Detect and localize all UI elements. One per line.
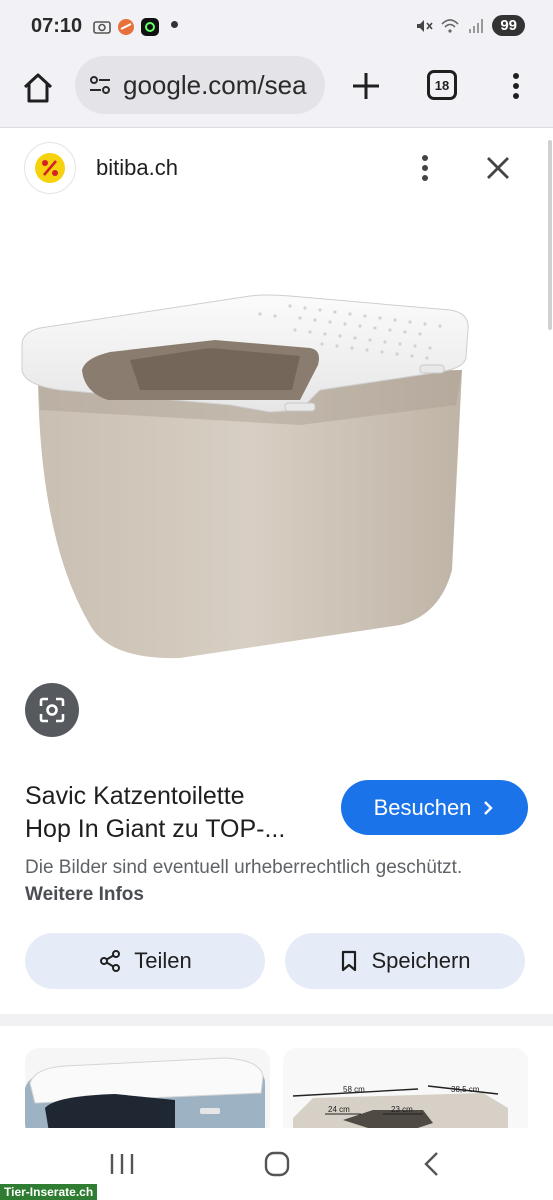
share-button[interactable]: Teilen xyxy=(25,933,265,989)
dimension-label: 23 cm xyxy=(391,1105,413,1114)
product-title[interactable]: Savic Katzentoilette Hop In Giant zu TOP… xyxy=(25,780,325,846)
visit-button[interactable]: Besuchen xyxy=(341,780,528,835)
dimension-label: 24 cm xyxy=(328,1105,350,1114)
product-title-line-2: Hop In Giant zu TOP-... xyxy=(25,815,286,843)
wifi-icon xyxy=(441,18,459,33)
mute-icon xyxy=(417,19,433,32)
bookmark-icon xyxy=(342,950,357,972)
product-title-line-1: Savic Katzentoilette xyxy=(25,782,245,810)
browser-menu-icon[interactable] xyxy=(502,68,530,104)
close-icon[interactable] xyxy=(480,150,516,186)
save-button[interactable]: Speichern xyxy=(285,933,525,989)
share-icon xyxy=(100,950,121,972)
home-icon[interactable] xyxy=(18,68,58,108)
site-settings-icon[interactable] xyxy=(87,72,113,98)
visit-button-label: Besuchen xyxy=(373,794,472,820)
back-icon[interactable] xyxy=(420,1150,444,1178)
home-nav-icon[interactable] xyxy=(263,1150,291,1178)
browser-toolbar: google.com/sea 18 xyxy=(0,56,553,128)
lens-icon xyxy=(39,697,65,723)
site-favicon xyxy=(24,142,76,194)
address-bar[interactable]: google.com/sea xyxy=(75,56,325,114)
system-icons: 99 xyxy=(414,15,525,36)
more-info-link[interactable]: Weitere Infos xyxy=(25,884,144,905)
copyright-notice: Die Bilder sind eventuell urheberrechtli… xyxy=(25,854,525,908)
app-icon xyxy=(118,19,134,35)
save-label: Speichern xyxy=(371,948,471,973)
related-image-2[interactable]: 58 cm 38,5 cm 24 cm 23 cm xyxy=(283,1048,528,1138)
more-notifications-dot xyxy=(171,21,178,28)
product-image[interactable] xyxy=(0,240,553,670)
notification-icons xyxy=(92,17,160,37)
google-lens-button[interactable] xyxy=(25,683,79,737)
status-time: 07:10 xyxy=(31,15,83,37)
share-label: Teilen xyxy=(134,948,192,973)
recent-apps-icon[interactable] xyxy=(108,1152,136,1176)
percent-icon xyxy=(35,153,65,183)
more-options-icon[interactable] xyxy=(412,150,438,186)
section-divider xyxy=(0,1014,553,1026)
dimension-label: 58 cm xyxy=(343,1085,365,1094)
watermark: Tier-Inserate.ch xyxy=(0,1184,98,1200)
url-text: google.com/sea xyxy=(123,69,307,100)
related-image-1[interactable] xyxy=(25,1048,270,1138)
dimension-label: 38,5 cm xyxy=(451,1085,480,1094)
related-image-2-picture: 58 cm 38,5 cm 24 cm 23 cm xyxy=(283,1048,528,1138)
status-bar: 07:10 99 xyxy=(0,0,553,56)
new-tab-icon[interactable] xyxy=(348,68,384,104)
chevron-right-icon xyxy=(484,800,494,815)
site-name[interactable]: bitiba.ch xyxy=(96,155,178,181)
battery-indicator: 99 xyxy=(492,15,525,36)
camera-icon xyxy=(93,21,111,34)
signal-icon xyxy=(469,18,484,33)
tab-switcher-button[interactable]: 18 xyxy=(427,70,457,100)
related-image-1-picture xyxy=(25,1048,270,1138)
app-icon xyxy=(141,18,159,36)
copyright-text: Die Bilder sind eventuell urheberrechtli… xyxy=(25,857,463,878)
